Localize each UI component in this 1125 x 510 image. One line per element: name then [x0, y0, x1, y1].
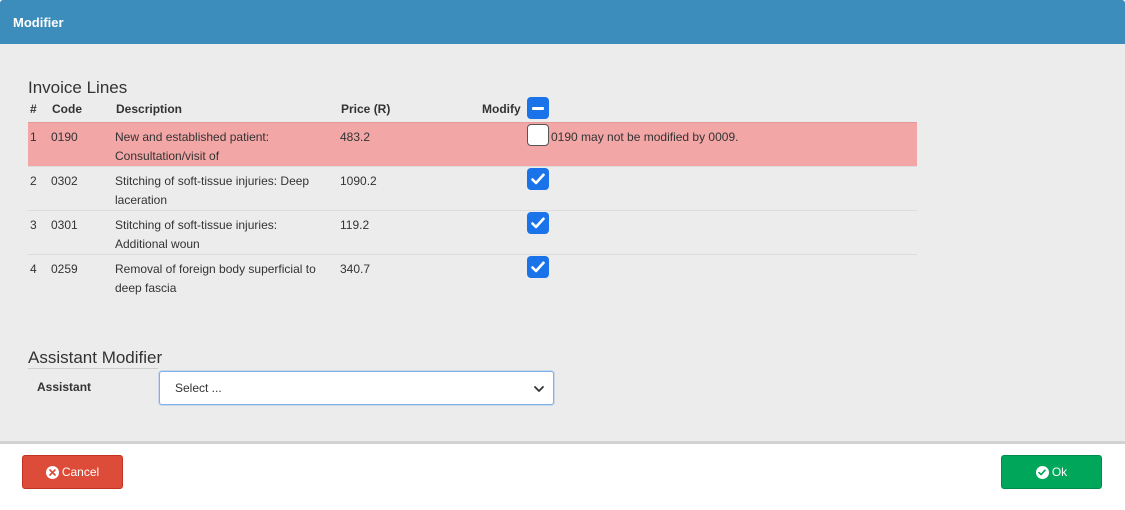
- assistant-modifier-title: Assistant Modifier: [28, 348, 163, 367]
- row-description-line: Additional woun: [115, 237, 200, 251]
- row-description: Stitching of soft-tissue injuries: Deep …: [115, 172, 335, 210]
- col-header-description: Description: [116, 102, 183, 116]
- row-code: 0301: [51, 218, 78, 232]
- row-price: 1090.2: [340, 174, 377, 188]
- select-all-checkbox[interactable]: [527, 97, 549, 119]
- modal-title: Modifier: [13, 14, 64, 30]
- modify-checkbox[interactable]: [527, 256, 549, 278]
- col-header-price: Price (R): [341, 102, 391, 116]
- row-price: 119.2: [340, 218, 370, 232]
- row-price: 340.7: [340, 262, 371, 276]
- modify-checkbox[interactable]: [527, 168, 549, 190]
- chevron-down-icon: [534, 386, 544, 392]
- row-number: 4: [30, 262, 37, 276]
- cancel-button[interactable]: Cancel: [22, 455, 123, 489]
- row-description-line: Stitching of soft-tissue injuries: Deep: [115, 174, 310, 188]
- ok-button-label: Ok: [1051, 465, 1068, 479]
- table-row: 3 0301 Stitching of soft-tissue injuries…: [28, 210, 917, 254]
- times-circle-icon: [45, 465, 59, 479]
- col-header-num: #: [30, 102, 37, 116]
- table-row: 2 0302 Stitching of soft-tissue injuries…: [28, 166, 917, 210]
- check-icon: [531, 261, 545, 273]
- row-code: 0302: [51, 174, 78, 188]
- row-number: 1: [30, 130, 37, 144]
- table-row: 4 0259 Removal of foreign body superfici…: [28, 254, 917, 298]
- check-icon: [531, 217, 545, 229]
- check-icon: [531, 173, 545, 185]
- row-description-line: Consultation/visit of: [115, 149, 220, 163]
- row-description: Stitching of soft-tissue injuries: Addit…: [115, 216, 335, 254]
- row-description: Removal of foreign body superficial to d…: [115, 260, 335, 298]
- row-description-line: Stitching of soft-tissue injuries:: [115, 218, 278, 232]
- row-description: New and established patient: Consultatio…: [115, 128, 335, 166]
- row-description-line: New and established patient:: [115, 130, 270, 144]
- row-description-line: Removal of foreign body superficial to: [115, 262, 316, 276]
- row-description-line: deep fascia: [115, 281, 177, 295]
- section-divider: [28, 368, 158, 369]
- modify-checkbox[interactable]: [527, 124, 549, 146]
- invoice-lines-title: Invoice Lines: [28, 78, 128, 97]
- row-price: 483.2: [340, 130, 371, 144]
- row-number: 2: [30, 174, 37, 188]
- assistant-label: Assistant: [37, 380, 92, 394]
- row-description-line: laceration: [115, 193, 168, 207]
- cancel-button-label: Cancel: [61, 465, 100, 479]
- ok-button[interactable]: Ok: [1001, 455, 1102, 489]
- check-circle-icon: [1035, 465, 1049, 479]
- col-header-modify: Modify: [482, 102, 521, 116]
- assistant-select-value: Select ...: [175, 381, 222, 395]
- modify-checkbox[interactable]: [527, 212, 549, 234]
- minus-icon: [532, 106, 544, 110]
- modal-header: Modifier: [0, 0, 1125, 44]
- row-number: 3: [30, 218, 37, 232]
- row-code: 0259: [51, 262, 78, 276]
- assistant-select[interactable]: Select ...: [159, 371, 554, 405]
- footer-divider: [0, 441, 1125, 444]
- row-error-message: 0190 may not be modified by 0009.: [551, 130, 739, 144]
- table-row: 1 0190 New and established patient: Cons…: [28, 122, 917, 166]
- col-header-code: Code: [52, 102, 82, 116]
- row-code: 0190: [51, 130, 78, 144]
